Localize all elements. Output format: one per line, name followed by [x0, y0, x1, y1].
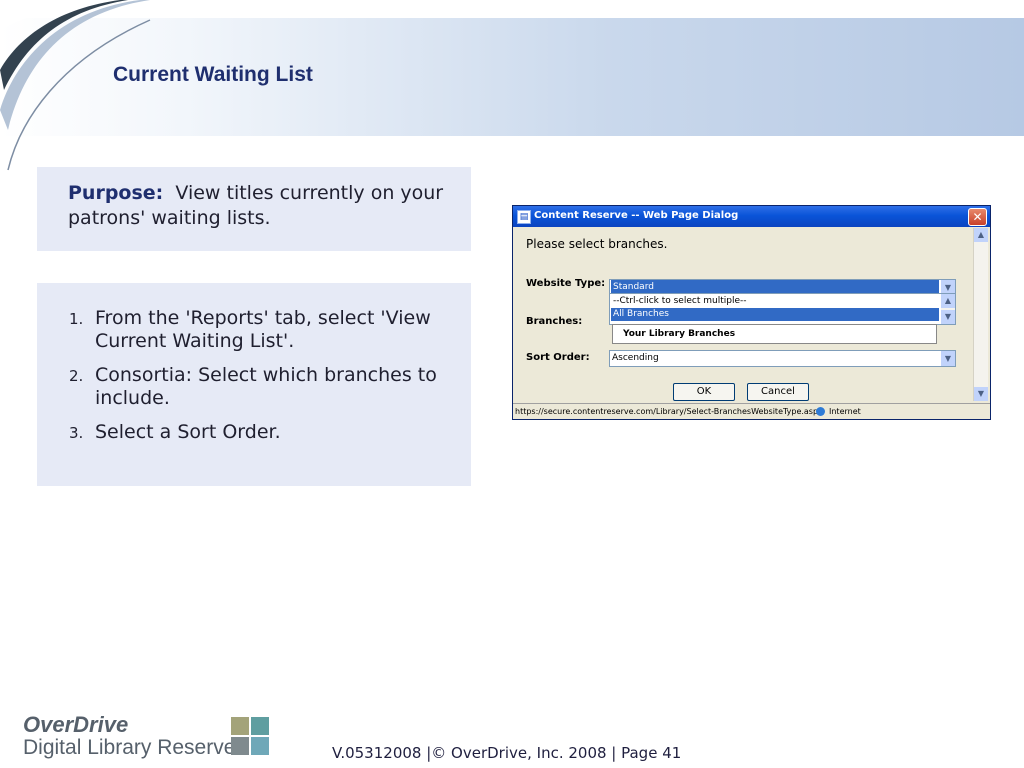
- purpose-panel: Purpose: View titles currently on your p…: [37, 167, 471, 251]
- logo-squares-icon: [231, 717, 269, 755]
- list-item: 3. Select a Sort Order.: [69, 421, 459, 444]
- chevron-down-icon[interactable]: ▼: [941, 351, 955, 366]
- overdrive-logo-wordmark: OverDrive: [23, 712, 129, 737]
- steps-list: 1. From the 'Reports' tab, select 'View …: [69, 307, 459, 455]
- chevron-up-icon[interactable]: ▲: [941, 294, 955, 308]
- purpose-text: Purpose: View titles currently on your p…: [68, 181, 448, 231]
- dialog-heading: Please select branches.: [526, 237, 668, 251]
- dialog-scrollbar[interactable]: ▲ ▼: [973, 228, 988, 401]
- purpose-label: Purpose:: [68, 182, 164, 204]
- logo-square: [231, 717, 249, 735]
- step-number: 1.: [69, 310, 84, 328]
- ok-button[interactable]: OK: [673, 383, 735, 401]
- page-icon: ▤: [517, 210, 531, 224]
- close-icon[interactable]: ✕: [968, 208, 987, 226]
- steps-panel: 1. From the 'Reports' tab, select 'View …: [37, 283, 471, 486]
- step-text: Select a Sort Order.: [95, 421, 281, 443]
- list-item[interactable]: All Branches: [611, 308, 939, 321]
- dialog-titlebar: ▤ Content Reserve -- Web Page Dialog ✕: [513, 206, 990, 227]
- chevron-down-icon[interactable]: ▼: [974, 387, 988, 401]
- logo-square: [251, 737, 269, 755]
- branches-label: Branches:: [526, 316, 583, 327]
- step-text: Consortia: Select which branches to incl…: [95, 364, 437, 409]
- list-item: 2. Consortia: Select which branches to i…: [69, 364, 459, 410]
- step-number: 3.: [69, 424, 84, 442]
- status-zone: Internet: [829, 407, 861, 416]
- listbox-scrollbar[interactable]: ▲ ▼: [941, 294, 955, 324]
- list-item[interactable]: --Ctrl-click to select multiple--: [611, 295, 939, 308]
- globe-icon: [816, 407, 825, 416]
- dialog-body: Please select branches. Website Type: St…: [515, 227, 973, 403]
- slide-title: Current Waiting List: [113, 63, 313, 86]
- sort-order-select[interactable]: Ascending ▼: [609, 350, 956, 367]
- branch-option-popup[interactable]: Your Library Branches: [612, 324, 937, 344]
- cancel-button[interactable]: Cancel: [747, 383, 809, 401]
- logo-square: [231, 737, 249, 755]
- status-url: https://secure.contentreserve.com/Librar…: [515, 407, 819, 416]
- dialog-title: Content Reserve -- Web Page Dialog: [534, 210, 739, 221]
- web-page-dialog: ▤ Content Reserve -- Web Page Dialog ✕ P…: [512, 205, 991, 420]
- dialog-status-bar: https://secure.contentreserve.com/Librar…: [513, 403, 990, 419]
- logo-square: [251, 717, 269, 735]
- overdrive-logo-subtitle: Digital Library Reserve: [23, 736, 236, 759]
- step-number: 2.: [69, 367, 84, 385]
- step-text: From the 'Reports' tab, select 'View Cur…: [95, 307, 431, 352]
- sort-order-value: Ascending: [612, 353, 659, 363]
- website-type-label: Website Type:: [526, 278, 606, 289]
- list-item: 1. From the 'Reports' tab, select 'View …: [69, 307, 459, 353]
- footer-info: V.05312008 |© OverDrive, Inc. 2008 | Pag…: [332, 744, 682, 762]
- chevron-up-icon[interactable]: ▲: [974, 228, 988, 242]
- branches-listbox[interactable]: --Ctrl-click to select multiple-- All Br…: [609, 293, 956, 325]
- chevron-down-icon[interactable]: ▼: [941, 310, 955, 324]
- branch-option-label: Your Library Branches: [623, 329, 736, 339]
- sort-order-label: Sort Order:: [526, 352, 590, 363]
